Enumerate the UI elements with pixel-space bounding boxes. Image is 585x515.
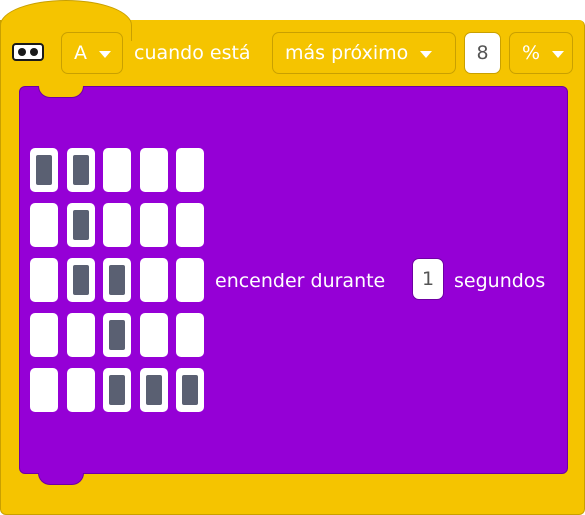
matrix-pixel-r3-c1[interactable] (30, 258, 58, 302)
condition-dropdown[interactable]: más próximo (272, 32, 456, 74)
port-dropdown[interactable]: A (61, 32, 123, 74)
matrix-pixel-r2-c1[interactable] (30, 203, 58, 247)
threshold-input[interactable]: 8 (464, 32, 501, 74)
unit-dropdown[interactable]: % (509, 32, 573, 74)
block-canvas: A cuando está más próximo 8 % encender d… (0, 0, 585, 515)
event-block-header: A cuando está más próximo 8 % (0, 28, 585, 78)
matrix-pixel-r4-c4[interactable] (139, 313, 168, 357)
matrix-pixel-r3-c2[interactable] (66, 258, 95, 302)
port-dropdown-value: A (74, 42, 87, 64)
matrix-pixel-r4-c2[interactable] (66, 313, 95, 357)
block-notch-bottom (38, 473, 84, 485)
matrix-pixel-r5-c1[interactable] (30, 368, 58, 412)
block-notch-top (38, 86, 84, 98)
condition-dropdown-value: más próximo (285, 42, 409, 64)
chevron-down-icon (420, 50, 433, 58)
duration-value: 1 (421, 268, 435, 290)
when-label: cuando está (134, 42, 251, 64)
matrix-pixel-r4-c3[interactable] (103, 313, 131, 357)
matrix-pixel-r5-c2[interactable] (66, 368, 95, 412)
matrix-pixel-r5-c4[interactable] (139, 368, 168, 412)
chevron-down-icon (99, 50, 111, 58)
matrix-pixel-r1-c3[interactable] (103, 148, 131, 192)
matrix-pixel-r2-c5[interactable] (176, 203, 204, 247)
matrix-pixel-r1-c5[interactable] (176, 148, 204, 192)
matrix-pixel-r5-c5[interactable] (176, 368, 204, 412)
duration-input[interactable]: 1 (412, 258, 444, 300)
matrix-pixel-r2-c3[interactable] (103, 203, 131, 247)
matrix-pixel-r5-c3[interactable] (103, 368, 131, 412)
chevron-down-icon (552, 50, 565, 58)
turn-on-label: encender durante (215, 270, 386, 292)
threshold-value: 8 (476, 42, 489, 64)
matrix-pixel-r2-c2[interactable] (66, 203, 95, 247)
matrix-pixel-r3-c5[interactable] (176, 258, 204, 302)
matrix-pixel-r1-c2[interactable] (66, 148, 95, 192)
matrix-pixel-r4-c5[interactable] (176, 313, 204, 357)
matrix-pixel-r2-c4[interactable] (139, 203, 168, 247)
matrix-pixel-r1-c1[interactable] (30, 148, 58, 192)
seconds-label: segundos (454, 270, 546, 292)
distance-sensor-icon (12, 43, 44, 61)
light-matrix-grid[interactable] (30, 148, 208, 414)
matrix-pixel-r1-c4[interactable] (139, 148, 168, 192)
matrix-pixel-r3-c4[interactable] (139, 258, 168, 302)
matrix-pixel-r3-c3[interactable] (103, 258, 131, 302)
unit-dropdown-value: % (522, 42, 541, 64)
matrix-pixel-r4-c1[interactable] (30, 313, 58, 357)
